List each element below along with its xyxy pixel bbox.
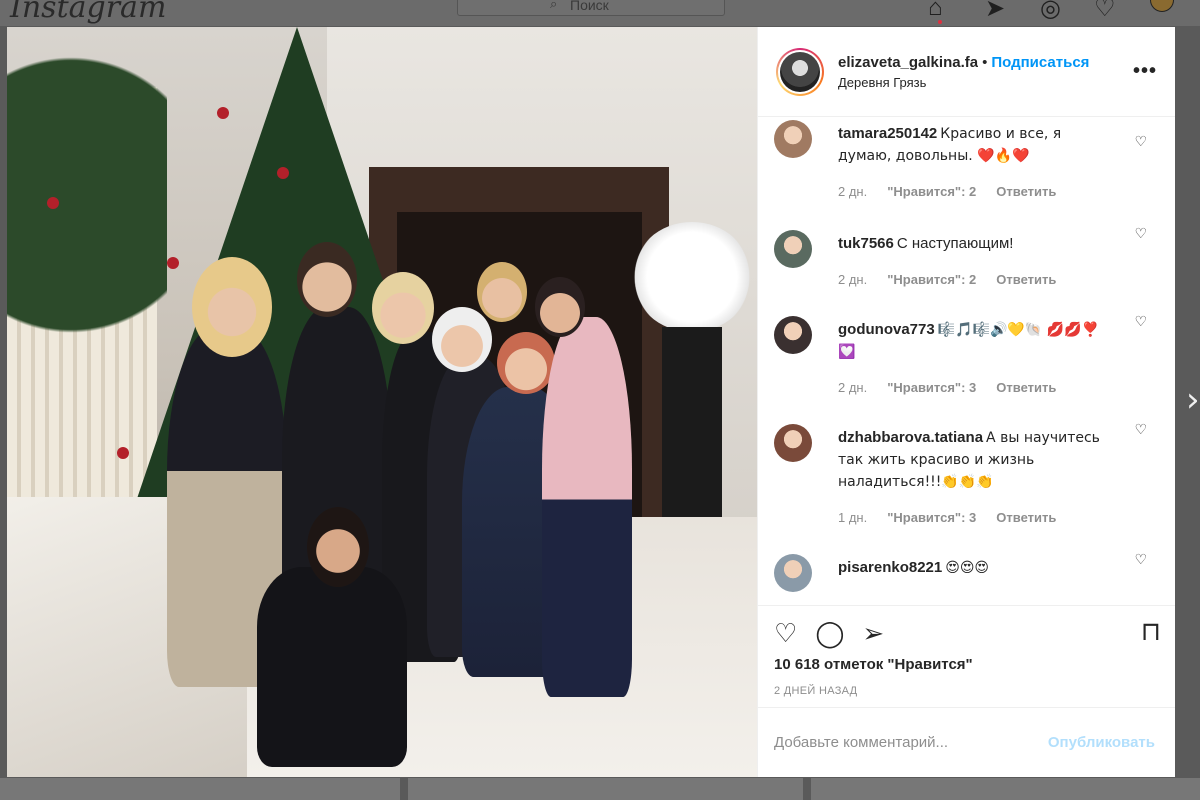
- instagram-logo[interactable]: Instagram: [10, 0, 166, 25]
- comment-item: godunova773 🎼🎵🎼🔊💛🐚 💋💋❣️💟 2 дн. "Нравится"…: [774, 291, 1159, 399]
- direct-icon[interactable]: ➤: [985, 0, 1005, 23]
- photo-orchids: [632, 222, 752, 332]
- like-heart-icon[interactable]: ♡: [774, 618, 797, 652]
- post-photo[interactable]: [7, 27, 757, 777]
- author-avatar-image: [780, 51, 820, 92]
- like-comment-heart-icon[interactable]: ♡: [1134, 225, 1147, 242]
- like-comment-heart-icon[interactable]: ♡: [1134, 421, 1147, 438]
- photo-person-head: [432, 307, 492, 372]
- photo-person-head: [192, 257, 272, 357]
- photo-person-head: [307, 507, 369, 587]
- comment-input[interactable]: [774, 734, 1024, 751]
- bookmark-icon[interactable]: ⊓: [1141, 616, 1161, 647]
- grid-tile: [408, 778, 803, 800]
- commenter-username[interactable]: godunova773: [838, 321, 935, 338]
- comment-item: tuk7566 С наступающим! 2 дн. "Нравится": …: [774, 203, 1159, 291]
- comment-likes[interactable]: "Нравится": 3: [887, 507, 976, 529]
- commenter-username[interactable]: dzhabbarova.tatiana: [838, 429, 983, 446]
- like-comment-heart-icon[interactable]: ♡: [1134, 313, 1147, 330]
- commenter-avatar[interactable]: [774, 316, 812, 354]
- photo-person-head: [297, 242, 357, 317]
- search-placeholder: Поиск: [570, 0, 609, 13]
- comment-bubble-icon[interactable]: ◯: [815, 618, 844, 652]
- explore-icon[interactable]: ◎: [1040, 0, 1061, 23]
- commenter-username[interactable]: tamara250142: [838, 125, 937, 142]
- comment-age[interactable]: 1 дн.: [838, 507, 867, 529]
- instagram-top-bar: Instagram ⌕ Поиск ⌂ ➤ ◎ ♡: [0, 0, 1200, 26]
- comment-likes[interactable]: "Нравится": 3: [887, 377, 976, 399]
- commenter-avatar[interactable]: [774, 230, 812, 268]
- share-paper-plane-icon[interactable]: ➢: [862, 618, 884, 652]
- reply-button[interactable]: Ответить: [996, 181, 1056, 203]
- reply-button[interactable]: Ответить: [996, 507, 1056, 529]
- photo-person-head: [497, 332, 555, 394]
- comments-list[interactable]: tamara250142 Красиво и все, я думаю, дово…: [758, 117, 1175, 605]
- commenter-username[interactable]: tuk7566: [838, 235, 894, 252]
- post-header: elizaveta_galkina.fa • Подписаться Дерев…: [758, 27, 1175, 117]
- likes-count[interactable]: 10 618 отметок "Нравится": [774, 656, 1159, 673]
- photo-ornament: [167, 257, 179, 269]
- post-date[interactable]: 2 ДНЕЙ НАЗАД: [774, 685, 1159, 697]
- comment-item: dzhabbarova.tatiana А вы научитесь так жи…: [774, 399, 1159, 529]
- comment-age[interactable]: 2 дн.: [838, 377, 867, 399]
- commenter-avatar[interactable]: [774, 554, 812, 592]
- comment-item: pisarenko8221 😍😍😍 ♡: [774, 529, 1159, 592]
- follow-button[interactable]: Подписаться: [991, 54, 1089, 71]
- reply-button[interactable]: Ответить: [996, 269, 1056, 291]
- grid-tile: [811, 778, 1200, 800]
- home-icon[interactable]: ⌂: [928, 0, 943, 22]
- photo-ornament: [47, 197, 59, 209]
- photo-person-head: [477, 262, 527, 322]
- author-avatar[interactable]: [776, 47, 824, 96]
- search-input[interactable]: ⌕ Поиск: [457, 0, 725, 16]
- photo-person: [542, 317, 632, 697]
- commenter-avatar[interactable]: [774, 424, 812, 462]
- more-options-icon[interactable]: •••: [1133, 60, 1157, 83]
- photo-person: [257, 567, 407, 767]
- photo-ornament: [117, 447, 129, 459]
- next-post-arrow-icon[interactable]: ›: [1186, 380, 1200, 420]
- photo-ornament: [217, 107, 229, 119]
- profile-avatar[interactable]: [1150, 0, 1174, 12]
- comment-item: tamara250142 Красиво и все, я думаю, дово…: [774, 117, 1159, 203]
- post-actions: ♡ ◯ ➢ ⊓ 10 618 отметок "Нравится" 2 ДНЕЙ…: [758, 605, 1175, 777]
- like-comment-heart-icon[interactable]: ♡: [1134, 133, 1147, 150]
- post-location[interactable]: Деревня Грязь: [838, 75, 1089, 90]
- photo-ornament: [277, 167, 289, 179]
- search-icon: ⌕: [550, 0, 558, 11]
- like-comment-heart-icon[interactable]: ♡: [1134, 551, 1147, 568]
- comment-likes[interactable]: "Нравится": 2: [887, 269, 976, 291]
- photo-garland: [7, 57, 167, 517]
- comment-likes[interactable]: "Нравится": 2: [887, 181, 976, 203]
- photo-pedestal: [662, 327, 722, 517]
- active-indicator: [938, 20, 942, 24]
- add-comment-bar: Опубликовать: [758, 707, 1175, 777]
- post-modal: elizaveta_galkina.fa • Подписаться Дерев…: [7, 27, 1175, 777]
- grid-tile: [0, 778, 400, 800]
- separator-dot: •: [982, 53, 988, 71]
- commenter-username[interactable]: pisarenko8221: [838, 559, 942, 576]
- post-side-panel: elizaveta_galkina.fa • Подписаться Дерев…: [757, 27, 1175, 777]
- photo-person-head: [372, 272, 434, 344]
- comment-text: С наступающим!: [896, 235, 1014, 252]
- publish-button[interactable]: Опубликовать: [1048, 734, 1155, 751]
- author-username[interactable]: elizaveta_galkina.fa: [838, 54, 978, 71]
- commenter-avatar[interactable]: [774, 120, 812, 158]
- comment-text: 😍😍😍: [945, 560, 990, 576]
- comment-age[interactable]: 2 дн.: [838, 181, 867, 203]
- heart-icon[interactable]: ♡: [1094, 0, 1116, 23]
- photo-person-head: [535, 277, 585, 337]
- comment-age[interactable]: 2 дн.: [838, 269, 867, 291]
- reply-button[interactable]: Ответить: [996, 377, 1056, 399]
